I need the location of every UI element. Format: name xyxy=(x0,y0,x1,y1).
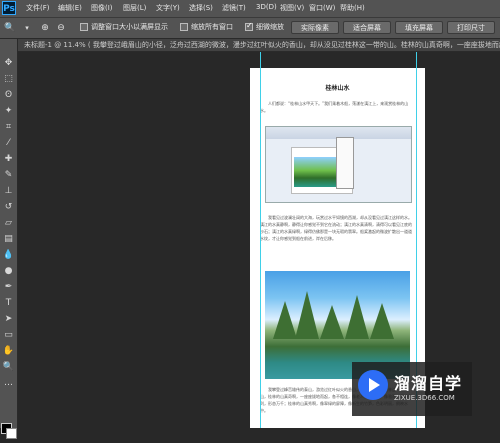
zoom-in-icon[interactable]: ⊕ xyxy=(38,21,52,35)
paragraph-2: 我看见过波澜壮阔的大海，玩赏过水平如镜的西湖，却从没看见过漓江这样的水。漓江的水… xyxy=(260,215,412,241)
healing-brush-icon[interactable]: ✚ xyxy=(1,153,16,166)
mountain-shape xyxy=(320,305,344,339)
watermark-title: 溜溜自学 xyxy=(394,374,463,393)
document-layer-name: 我攀登过峨眉山的小径，泛舟过西湖的微波，漫步过红叶似火的香山，却从没见过桂林这一… xyxy=(92,41,500,49)
background-color[interactable] xyxy=(6,428,17,439)
blur-icon[interactable]: 💧 xyxy=(1,249,16,262)
document-name: 未标题-1 @ 11.4% ( xyxy=(24,41,91,49)
mountain-shape xyxy=(370,303,394,339)
pen-icon[interactable]: ✒ xyxy=(1,281,16,294)
zoom-out-icon[interactable]: ⊖ xyxy=(54,21,68,35)
menu-image[interactable]: 图像(I) xyxy=(91,3,113,13)
options-bar: 🔍 ▾ ⊕ ⊖ 调整窗口大小以满屏显示 缩放所有窗口 细微缩放 实际像素 适合屏… xyxy=(0,18,500,39)
rectangle-icon[interactable]: ▭ xyxy=(1,329,16,342)
watermark: 溜溜自学 ZIXUE.3D66.COM xyxy=(352,362,472,416)
path-select-icon[interactable]: ➤ xyxy=(1,313,16,326)
menu-bar: Ps 文件(F) 编辑(E) 图像(I) 图层(L) 文字(Y) 选择(S) 滤… xyxy=(0,0,500,18)
gradient-icon[interactable]: ▤ xyxy=(1,233,16,246)
screenshot-image xyxy=(265,126,412,203)
mountain-shape xyxy=(295,291,319,339)
mountain-shape xyxy=(345,295,369,339)
zoom-tool-icon[interactable]: 🔍 xyxy=(3,21,17,35)
menu-filter[interactable]: 滤镜(T) xyxy=(222,3,246,13)
hand-icon[interactable]: ✋ xyxy=(1,345,16,358)
menu-select[interactable]: 选择(S) xyxy=(189,3,213,13)
resize-windows-label: 调整窗口大小以满屏显示 xyxy=(91,23,168,31)
more-tools-icon[interactable]: … xyxy=(1,377,16,390)
resize-windows-checkbox[interactable] xyxy=(80,23,88,31)
crop-icon[interactable]: ⌗ xyxy=(1,121,16,134)
color-swatches[interactable] xyxy=(1,423,17,443)
fill-screen-button[interactable]: 填充屏幕 xyxy=(395,21,443,34)
actual-pixels-button[interactable]: 实际像素 xyxy=(291,21,339,34)
fit-screen-button[interactable]: 适合屏幕 xyxy=(343,21,391,34)
page-title: 桂林山水 xyxy=(325,85,350,92)
menu-type[interactable]: 文字(Y) xyxy=(156,3,180,13)
menu-window[interactable]: 窗口(W) xyxy=(309,3,335,13)
eraser-icon[interactable]: ▱ xyxy=(1,217,16,230)
mountain-shape xyxy=(273,301,297,339)
history-brush-icon[interactable]: ↺ xyxy=(1,201,16,214)
watermark-url: ZIXUE.3D66.COM xyxy=(394,394,455,402)
lasso-icon[interactable]: ʘ xyxy=(1,89,16,102)
menu-file[interactable]: 文件(F) xyxy=(26,3,50,13)
zoom-all-windows-checkbox[interactable] xyxy=(180,23,188,31)
menu-edit[interactable]: 编辑(E) xyxy=(58,3,82,13)
scrubby-zoom-label: 细微缩放 xyxy=(256,23,284,31)
paragraph-1: 人们都说：“桂林山水甲天下。”我们乘着木船，荡漾在漓江上，来观赏桂林的山水。 xyxy=(260,101,409,113)
menu-help[interactable]: 帮助(H) xyxy=(340,3,365,13)
document-tab[interactable]: 未标题-1 @ 11.4% ( 我攀登过峨眉山的小径，泛舟过西湖的微波，漫步过红… xyxy=(18,39,500,52)
guide-line-left[interactable] xyxy=(260,52,261,428)
eyedropper-icon[interactable]: ⁄ xyxy=(1,137,16,150)
type-icon[interactable]: T xyxy=(1,297,16,310)
chevron-down-icon[interactable]: ▾ xyxy=(20,21,34,35)
tools-panel: ✥ ⬚ ʘ ✦ ⌗ ⁄ ✚ ✎ ⊥ ↺ ▱ ▤ 💧 ● ✒ T ➤ ▭ ✋ 🔍 … xyxy=(0,39,18,439)
dodge-icon[interactable]: ● xyxy=(1,265,16,278)
marquee-icon[interactable]: ⬚ xyxy=(1,73,16,86)
menu-layer[interactable]: 图层(L) xyxy=(123,3,146,13)
zoom-all-windows-label: 缩放所有窗口 xyxy=(191,23,233,31)
brush-icon[interactable]: ✎ xyxy=(1,169,16,182)
menu-3d[interactable]: 3D(D) xyxy=(256,3,277,11)
document-tab-title: 未标题-1 @ 11.4% ( 我攀登过峨眉山的小径，泛舟过西湖的微波，漫步过红… xyxy=(24,40,500,50)
zoom-icon[interactable]: 🔍 xyxy=(1,361,16,374)
move-icon[interactable]: ✥ xyxy=(1,57,16,70)
scrubby-zoom-checkbox[interactable] xyxy=(245,21,253,31)
clone-stamp-icon[interactable]: ⊥ xyxy=(1,185,16,198)
context-menu xyxy=(336,137,354,189)
print-size-button[interactable]: 打印尺寸 xyxy=(447,21,495,34)
play-logo-icon xyxy=(358,370,388,400)
magic-wand-icon[interactable]: ✦ xyxy=(1,105,16,118)
photoshop-logo: Ps xyxy=(2,1,16,15)
menu-view[interactable]: 视图(V) xyxy=(280,3,304,13)
